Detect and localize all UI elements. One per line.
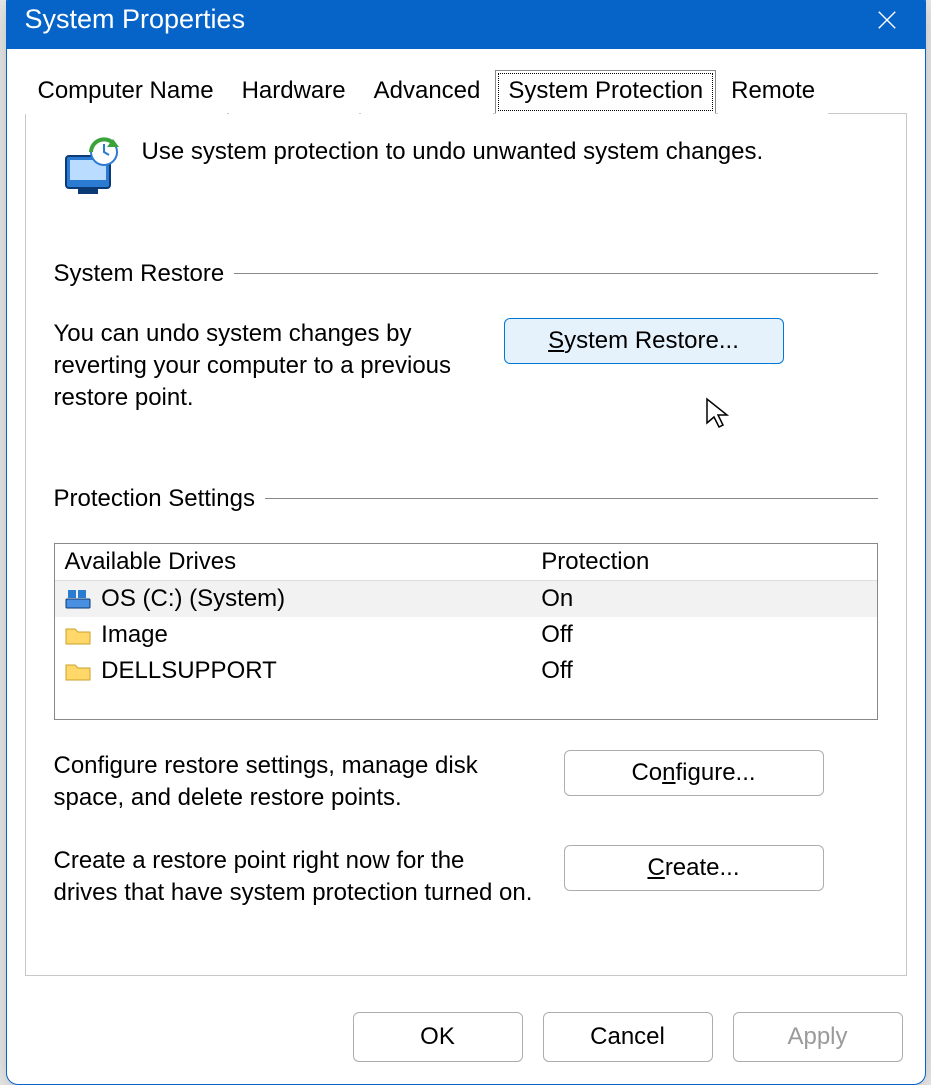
intro-row: Use system protection to undo unwanted s… (54, 136, 878, 200)
apply-button[interactable]: Apply (733, 1012, 903, 1062)
configure-button[interactable]: Configure... (564, 750, 824, 796)
intro-text: Use system protection to undo unwanted s… (142, 136, 764, 166)
titlebar: System Properties (7, 0, 925, 49)
drives-header: Available Drives Protection (55, 544, 877, 581)
tab-computer-name[interactable]: Computer Name (25, 70, 227, 114)
folder-icon (65, 624, 91, 644)
system-restore-icon (54, 136, 124, 200)
tab-hardware[interactable]: Hardware (229, 70, 359, 114)
tab-body: Use system protection to undo unwanted s… (25, 114, 907, 977)
col-header-drives[interactable]: Available Drives (55, 544, 532, 580)
system-properties-window: System Properties Computer Name Hardware… (6, 0, 926, 1085)
protection-settings-group: Protection Settings Available Drives Pro… (54, 485, 878, 910)
close-icon (876, 9, 898, 31)
drive-row-os[interactable]: OS (C:) (System) On (55, 581, 877, 617)
close-button[interactable] (867, 0, 907, 40)
protection-actions: Configure restore settings, manage disk … (54, 750, 878, 910)
content-area: Computer Name Hardware Advanced System P… (7, 49, 925, 995)
ok-button[interactable]: OK (353, 1012, 523, 1062)
configure-description: Configure restore settings, manage disk … (54, 750, 534, 815)
system-restore-button[interactable]: System Restore... (504, 318, 784, 364)
divider (234, 273, 877, 274)
folder-icon (65, 660, 91, 680)
drive-name: DELLSUPPORT (101, 657, 277, 684)
create-button[interactable]: Create... (564, 845, 824, 891)
dialog-footer: OK Cancel Apply (7, 994, 925, 1084)
window-title: System Properties (25, 4, 246, 35)
system-drive-icon (65, 588, 91, 608)
drive-row-image[interactable]: Image Off (55, 617, 877, 653)
system-restore-description: You can undo system changes by reverting… (54, 318, 474, 415)
tab-system-protection[interactable]: System Protection (495, 70, 716, 114)
drive-protection: Off (531, 617, 876, 653)
tab-advanced[interactable]: Advanced (361, 70, 494, 114)
tab-remote[interactable]: Remote (718, 70, 828, 114)
create-description: Create a restore point right now for the… (54, 845, 534, 910)
cancel-button[interactable]: Cancel (543, 1012, 713, 1062)
drive-name: OS (C:) (System) (101, 585, 285, 612)
system-restore-group: System Restore You can undo system chang… (54, 260, 878, 415)
tab-strip: Computer Name Hardware Advanced System P… (25, 69, 907, 114)
drives-list[interactable]: Available Drives Protection OS (C:) (Sys… (54, 543, 878, 720)
drive-row-dellsupport[interactable]: DELLSUPPORT Off (55, 653, 877, 689)
drives-empty-space (55, 689, 877, 719)
drive-protection: Off (531, 653, 876, 689)
col-header-protection[interactable]: Protection (531, 544, 876, 580)
protection-settings-group-title: Protection Settings (54, 485, 255, 513)
system-restore-group-title: System Restore (54, 260, 225, 288)
drive-protection: On (531, 581, 876, 617)
drive-name: Image (101, 621, 168, 648)
divider (265, 498, 878, 499)
